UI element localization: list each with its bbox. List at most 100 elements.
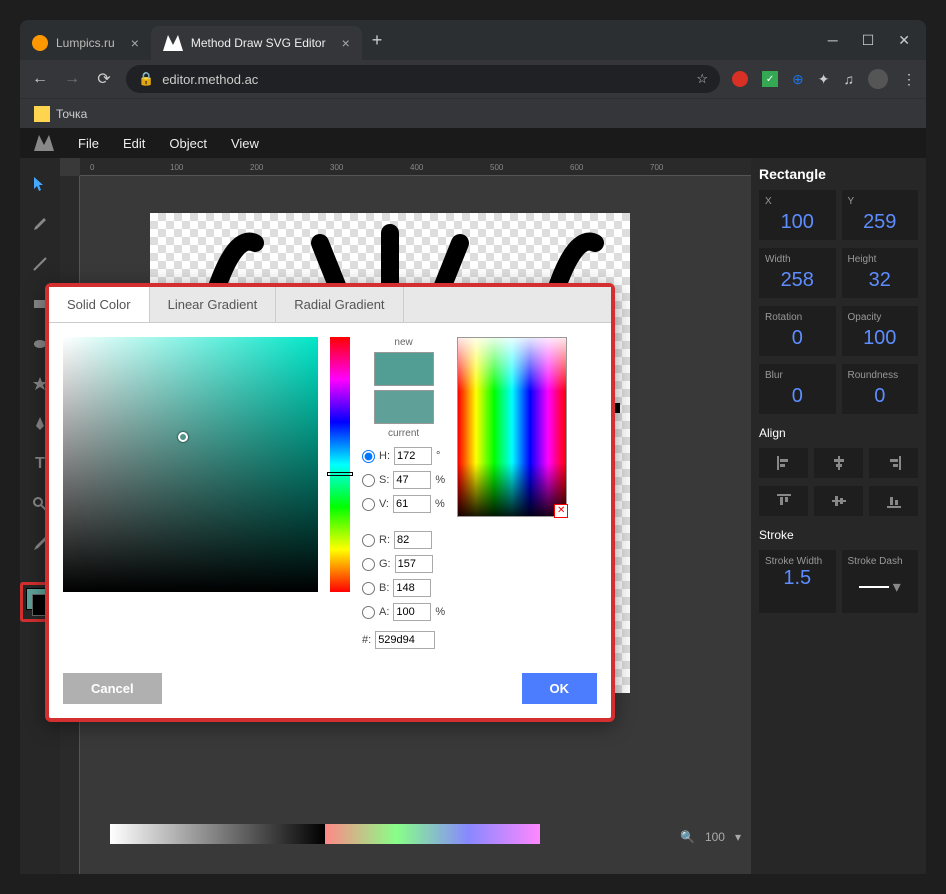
stroke-dash-field[interactable]: Stroke Dash ▾ [842,550,919,613]
sat-radio[interactable] [362,474,375,487]
ok-button[interactable]: OK [522,673,598,704]
search-icon: 🔍 [680,830,695,844]
tab-title: Lumpics.ru [56,36,115,50]
roundness-field[interactable]: Roundness 0 [842,364,919,414]
tab-radial-gradient[interactable]: Radial Gradient [276,287,403,322]
minimize-icon[interactable]: ─ [828,32,838,49]
tab-lumpics[interactable]: Lumpics.ru × [20,26,151,60]
val-input[interactable] [393,495,431,513]
maximize-icon[interactable]: ☐ [862,32,875,49]
close-icon[interactable]: × [131,35,139,51]
current-color-preview [374,390,434,424]
red-radio[interactable] [362,534,375,547]
opacity-field[interactable]: Opacity 100 [842,306,919,356]
avatar[interactable] [868,69,888,89]
new-tab-button[interactable]: + [362,30,393,51]
cancel-button[interactable]: Cancel [63,673,162,704]
menu-view[interactable]: View [231,136,259,151]
address-input[interactable]: 🔒 editor.method.ac ☆ [126,65,720,93]
properties-panel: Rectangle X 100 Y 259 Width 258 [751,158,926,874]
pencil-tool[interactable] [28,212,52,236]
align-bottom-button[interactable] [869,486,918,516]
align-top-button[interactable] [759,486,808,516]
chevron-down-icon[interactable]: ▾ [735,830,741,844]
align-header: Align [759,426,918,440]
alpha-input[interactable] [393,603,431,621]
globe-icon[interactable]: ⊕ [792,71,804,88]
blue-input[interactable] [393,579,431,597]
favicon-icon [32,35,48,51]
addressbar: ← → ⟳ 🔒 editor.method.ac ☆ ✓ ⊕ ✦ ♫ ⋮ [20,60,926,98]
tab-solid-color[interactable]: Solid Color [49,287,150,322]
hue-input[interactable] [394,447,432,465]
color-picker-dialog: Solid Color Linear Gradient Radial Gradi… [45,283,615,722]
back-button[interactable]: ← [30,70,50,88]
menu-file[interactable]: File [78,136,99,151]
align-center-h-button[interactable] [814,448,863,478]
folder-icon [34,106,50,122]
sv-cursor[interactable] [178,432,188,442]
new-color-preview [374,352,434,386]
color-palette-strip[interactable] [110,824,540,844]
tab-linear-gradient[interactable]: Linear Gradient [150,287,277,322]
menu-edit[interactable]: Edit [123,136,145,151]
select-tool[interactable] [28,172,52,196]
close-icon[interactable]: ✕ [898,32,910,49]
current-color-label: current [388,428,419,439]
red-input[interactable] [394,531,432,549]
extensions: ✓ ⊕ ✦ ♫ ⋮ [732,69,916,89]
stroke-header: Stroke [759,528,918,542]
url-text: editor.method.ac [162,72,258,87]
color-palette-grid[interactable]: ✕ [457,337,567,517]
rotation-field[interactable]: Rotation 0 [759,306,836,356]
adblock-icon[interactable] [732,71,748,87]
app-logo-icon [34,135,54,151]
width-field[interactable]: Width 258 [759,248,836,298]
line-tool[interactable] [28,252,52,276]
hex-input[interactable] [375,631,435,649]
close-icon[interactable]: × [342,35,350,51]
menu-icon[interactable]: ⋮ [902,71,916,88]
zoom-value: 100 [705,830,725,844]
panel-title: Rectangle [759,166,918,182]
stroke-width-field[interactable]: Stroke Width 1.5 [759,550,836,613]
height-field[interactable]: Height 32 [842,248,919,298]
titlebar: Lumpics.ru × Method Draw SVG Editor × + … [20,20,926,60]
green-input[interactable] [395,555,433,573]
window-controls: ─ ☐ ✕ [828,32,926,49]
align-center-v-button[interactable] [814,486,863,516]
alpha-radio[interactable] [362,606,375,619]
blue-radio[interactable] [362,582,375,595]
sat-input[interactable] [393,471,431,489]
dash-preview: ▾ [848,567,913,607]
color-picker-tabs: Solid Color Linear Gradient Radial Gradi… [49,287,611,323]
tab-method-draw[interactable]: Method Draw SVG Editor × [151,26,362,60]
val-radio[interactable] [362,498,375,511]
menubar: File Edit Object View [20,128,926,158]
favicon-icon [163,35,183,51]
tab-title: Method Draw SVG Editor [191,36,326,50]
hue-cursor[interactable] [327,472,353,476]
menu-object[interactable]: Object [169,136,207,151]
check-icon[interactable]: ✓ [762,71,778,87]
puzzle-icon[interactable]: ✦ [818,71,830,88]
no-color-icon[interactable]: ✕ [554,504,568,518]
bookmarks-bar: Точка [20,98,926,128]
reload-button[interactable]: ⟳ [94,69,114,89]
new-color-label: new [394,337,412,348]
bookmark-item[interactable]: Точка [56,107,87,121]
x-field[interactable]: X 100 [759,190,836,240]
blur-field[interactable]: Blur 0 [759,364,836,414]
music-icon[interactable]: ♫ [844,71,855,87]
lock-icon: 🔒 [138,71,154,87]
align-right-button[interactable] [869,448,918,478]
star-icon[interactable]: ☆ [696,71,708,87]
zoom-control[interactable]: 🔍 100 ▾ [680,830,741,844]
hue-slider[interactable] [330,337,350,592]
forward-button[interactable]: → [62,70,82,88]
y-field[interactable]: Y 259 [842,190,919,240]
saturation-value-picker[interactable] [63,337,318,592]
hue-radio[interactable] [362,450,375,463]
green-radio[interactable] [362,558,375,571]
align-left-button[interactable] [759,448,808,478]
